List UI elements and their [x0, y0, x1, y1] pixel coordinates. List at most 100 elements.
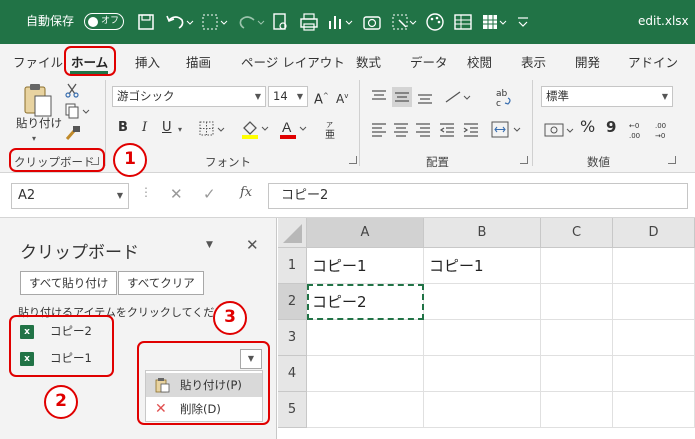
row-header-2[interactable]: 2	[278, 284, 307, 320]
autosave-toggle[interactable]: オフ	[84, 13, 124, 30]
underline-button[interactable]: U	[162, 119, 172, 137]
italic-button[interactable]: I	[142, 119, 147, 137]
column-header-c[interactable]: C	[541, 218, 613, 248]
tab-review[interactable]: 校閲	[467, 52, 492, 71]
format-painter-icon[interactable]	[64, 124, 82, 142]
row-header-1[interactable]: 1	[278, 248, 307, 284]
name-box[interactable]: A2 ▼	[11, 183, 129, 209]
wrap-text-icon[interactable]: ab c	[496, 89, 511, 108]
print-preview-icon[interactable]	[270, 11, 290, 33]
bold-button[interactable]: B	[118, 119, 128, 137]
undo-icon[interactable]	[164, 11, 194, 33]
font-color-icon[interactable]: A	[278, 118, 310, 140]
sheet-icon[interactable]	[480, 11, 510, 33]
cell-c1[interactable]	[541, 248, 613, 284]
cell-b1[interactable]: コピー1	[424, 248, 541, 284]
cell-c5[interactable]	[541, 392, 613, 428]
chevron-down-icon: ▼	[254, 92, 261, 101]
tab-page-layout[interactable]: ページ レイアウト	[241, 52, 345, 71]
number-dialog-launcher-icon[interactable]	[668, 156, 676, 164]
row-header-5[interactable]: 5	[278, 392, 307, 428]
cell-d5[interactable]	[613, 392, 695, 428]
chart-icon[interactable]	[326, 11, 356, 33]
paste-dropdown-icon[interactable]: ▾	[32, 130, 36, 148]
tab-developer[interactable]: 開発	[575, 52, 600, 71]
cut-icon[interactable]	[64, 82, 80, 98]
orientation-icon[interactable]	[445, 91, 471, 103]
paste-all-button[interactable]: すべて貼り付け	[20, 271, 118, 295]
merge-center-icon[interactable]	[491, 121, 521, 138]
enter-icon[interactable]: ✓	[203, 185, 216, 203]
cell-a4[interactable]	[307, 356, 424, 392]
align-bottom-icon[interactable]	[418, 94, 432, 104]
cancel-icon[interactable]: ✕	[170, 185, 183, 203]
copy-icon[interactable]	[64, 103, 90, 119]
insert-function-button[interactable]: fx	[240, 185, 252, 200]
tab-formulas[interactable]: 数式	[356, 52, 381, 71]
cell-d3[interactable]	[613, 320, 695, 356]
tab-data[interactable]: データ	[410, 52, 448, 71]
select-objects-icon[interactable]	[390, 11, 420, 33]
align-center-icon[interactable]	[394, 123, 408, 137]
increase-decimal-icon[interactable]: ←0 .00	[628, 120, 652, 140]
cell-b3[interactable]	[424, 320, 541, 356]
borders-icon[interactable]	[200, 11, 230, 33]
cell-b5[interactable]	[424, 392, 541, 428]
redo-icon[interactable]	[236, 11, 266, 33]
clear-all-button[interactable]: すべてクリア	[118, 271, 204, 295]
paste-button[interactable]: 貼り付け	[16, 114, 62, 132]
decrease-indent-icon[interactable]	[439, 123, 454, 137]
cell-b2[interactable]	[424, 284, 541, 320]
accounting-format-icon[interactable]	[543, 121, 577, 139]
cell-d4[interactable]	[613, 356, 695, 392]
tab-file[interactable]: ファイル	[13, 52, 63, 71]
tab-addins[interactable]: アドイン	[628, 52, 678, 71]
percent-style-button[interactable]: %	[580, 118, 595, 136]
alignment-dialog-launcher-icon[interactable]	[520, 156, 528, 164]
pane-options-icon[interactable]: ▼	[206, 240, 213, 250]
cell-d2[interactable]	[613, 284, 695, 320]
align-left-icon[interactable]	[372, 123, 386, 137]
font-name-combo[interactable]: 游ゴシック ▼	[112, 86, 266, 107]
print-icon[interactable]	[298, 11, 320, 33]
comma-style-button[interactable]: 9	[606, 118, 616, 136]
palette-icon[interactable]	[424, 11, 446, 33]
font-size-combo[interactable]: 14 ▼	[268, 86, 308, 107]
formula-input[interactable]: コピー2	[268, 183, 688, 209]
number-format-combo[interactable]: 標準 ▼	[541, 86, 673, 107]
column-header-d[interactable]: D	[613, 218, 695, 248]
tab-insert[interactable]: 挿入	[135, 52, 160, 71]
fill-color-icon[interactable]	[240, 118, 272, 140]
font-dialog-launcher-icon[interactable]	[349, 156, 357, 164]
camera-icon[interactable]	[362, 11, 382, 33]
row-header-3[interactable]: 3	[278, 320, 307, 356]
underline-dropdown-icon[interactable]: ▾	[178, 121, 182, 139]
annotation-box-home-tab	[64, 46, 116, 76]
align-top-icon[interactable]	[372, 90, 386, 100]
cell-c4[interactable]	[541, 356, 613, 392]
save-icon[interactable]	[136, 11, 156, 33]
decrease-decimal-icon[interactable]: .00 →0	[654, 120, 678, 140]
cell-a3[interactable]	[307, 320, 424, 356]
close-icon[interactable]: ✕	[246, 236, 259, 254]
column-header-a[interactable]: A	[307, 218, 424, 248]
cell-a5[interactable]	[307, 392, 424, 428]
cell-a1[interactable]: コピー1	[307, 248, 424, 284]
column-header-b[interactable]: B	[424, 218, 541, 248]
increase-font-icon[interactable]: A^	[314, 87, 329, 109]
form-icon[interactable]	[452, 11, 474, 33]
cell-b4[interactable]	[424, 356, 541, 392]
borders-icon[interactable]	[198, 120, 228, 138]
tab-draw[interactable]: 描画	[186, 52, 211, 71]
tab-view[interactable]: 表示	[521, 52, 546, 71]
cell-c2[interactable]	[541, 284, 613, 320]
select-all-button[interactable]	[278, 218, 307, 248]
phonetic-icon[interactable]: ア 亜	[322, 118, 346, 140]
cell-c3[interactable]	[541, 320, 613, 356]
customize-qat-icon[interactable]	[514, 11, 532, 33]
row-header-4[interactable]: 4	[278, 356, 307, 392]
cell-d1[interactable]	[613, 248, 695, 284]
decrease-font-icon[interactable]: Av	[336, 87, 348, 108]
increase-indent-icon[interactable]	[463, 123, 478, 137]
align-right-icon[interactable]	[416, 123, 430, 137]
